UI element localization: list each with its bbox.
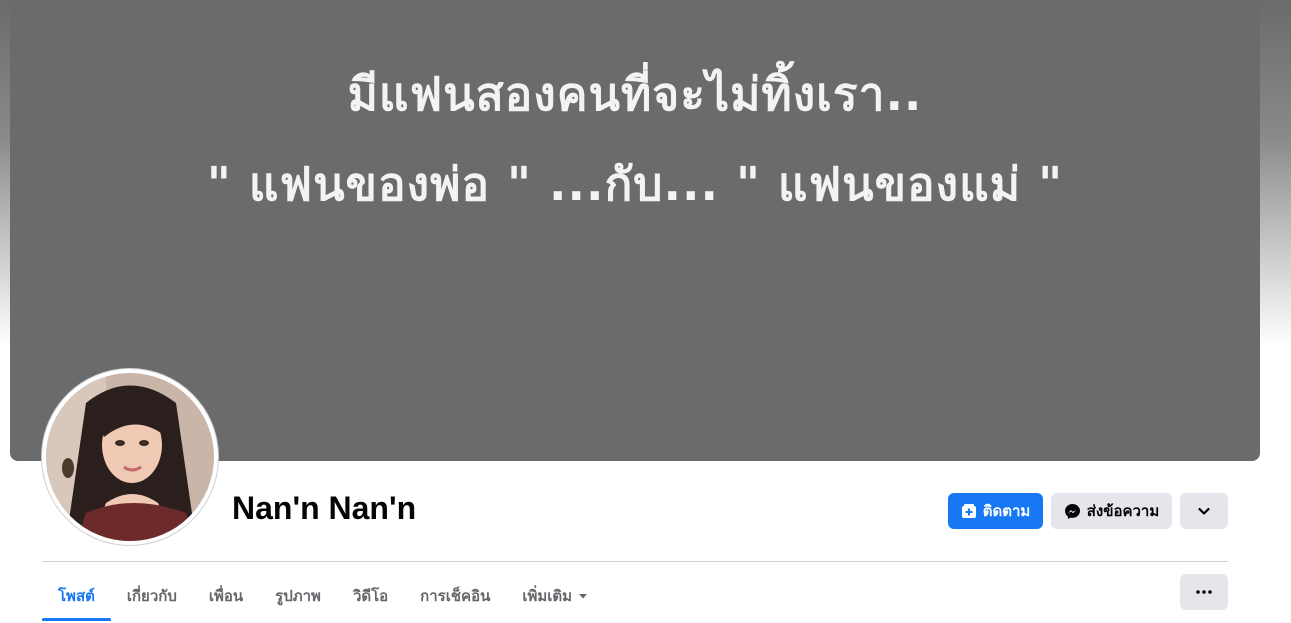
send-message-label: ส่งข้อความ [1086, 503, 1160, 520]
caret-down-icon [578, 591, 588, 601]
follow-button[interactable]: ติดตาม [948, 493, 1043, 529]
tab-label: เกี่ยวกับ [126, 588, 177, 605]
cover-text-line-1: มีแฟนสองคนที่จะไม่ทิ้งเรา.. [347, 67, 923, 121]
tab-check-ins[interactable]: การเช็คอิน [404, 572, 506, 620]
tab-label: รูปภาพ [275, 588, 321, 605]
tab-posts[interactable]: โพสต์ [42, 572, 111, 621]
messenger-icon [1064, 503, 1081, 520]
follow-add-icon [961, 503, 977, 519]
profile-divider [42, 561, 1228, 562]
chevron-down-icon [1197, 504, 1211, 518]
tab-label: โพสต์ [58, 588, 95, 605]
profile-picture[interactable] [42, 369, 218, 545]
more-options-button[interactable] [1180, 493, 1228, 529]
send-message-button[interactable]: ส่งข้อความ [1051, 493, 1172, 529]
cover-photo[interactable]: มีแฟนสองคนที่จะไม่ทิ้งเรา.. " แฟนของพ่อ … [10, 0, 1260, 461]
tab-videos[interactable]: วิดีโอ [337, 572, 404, 620]
tab-label: วิดีโอ [352, 588, 389, 605]
tab-label: เพื่อน [208, 588, 244, 605]
profile-tabs: โพสต์ เกี่ยวกับ เพื่อน รูปภาพ วิดีโอ การ… [42, 572, 604, 623]
tab-about[interactable]: เกี่ยวกับ [111, 572, 193, 620]
avatar-photo [46, 373, 214, 541]
tabs-menu-button[interactable] [1180, 574, 1228, 610]
tab-friends[interactable]: เพื่อน [193, 572, 259, 620]
ellipsis-icon [1196, 590, 1212, 594]
tab-label: เพิ่มเติม [522, 588, 573, 605]
tab-label: การเช็คอิน [420, 588, 491, 605]
tab-photos[interactable]: รูปภาพ [259, 572, 337, 620]
follow-button-label: ติดตาม [982, 503, 1031, 520]
profile-name: Nan'n Nan'n [232, 490, 417, 526]
tab-more[interactable]: เพิ่มเติม [506, 572, 604, 620]
cover-text-line-2: " แฟนของพ่อ " ...กับ... " แฟนของแม่ " [206, 157, 1064, 211]
avatar [46, 373, 214, 541]
